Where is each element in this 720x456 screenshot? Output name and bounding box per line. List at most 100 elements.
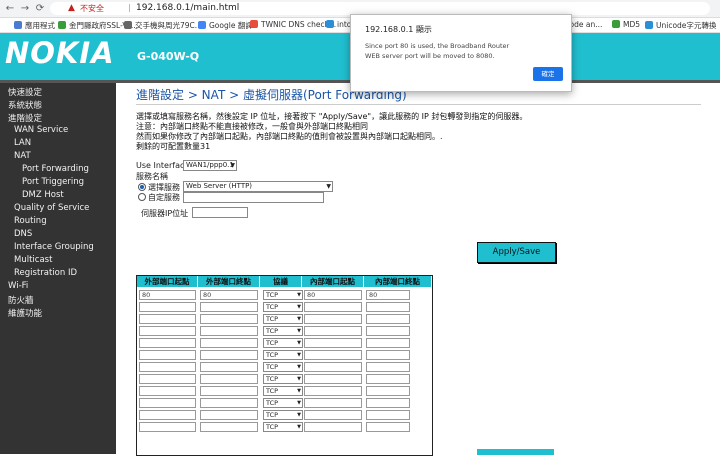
- port-input[interactable]: [139, 374, 196, 384]
- protocol-select[interactable]: TCP ▼: [263, 314, 303, 324]
- sidebar-item[interactable]: Port Forwarding: [22, 164, 89, 174]
- port-input[interactable]: [304, 350, 362, 360]
- port-input[interactable]: [139, 350, 196, 360]
- server-ip-input[interactable]: [192, 207, 248, 218]
- port-input[interactable]: [366, 362, 410, 372]
- protocol-select[interactable]: TCP ▼: [263, 350, 303, 360]
- protocol-select[interactable]: TCP ▼: [263, 290, 303, 300]
- protocol-select[interactable]: TCP ▼: [263, 326, 303, 336]
- sidebar-item[interactable]: Quality of Service: [14, 203, 89, 213]
- sidebar-item[interactable]: Interface Grouping: [14, 242, 94, 252]
- port-input[interactable]: [200, 386, 258, 396]
- bookmark-item[interactable]: Unicode字元轉換: [645, 20, 716, 31]
- back-icon[interactable]: ←: [4, 2, 16, 15]
- port-input[interactable]: [139, 362, 196, 372]
- port-input[interactable]: [139, 326, 196, 336]
- port-input[interactable]: [304, 362, 362, 372]
- warning-icon: ▲: [68, 3, 75, 13]
- port-input[interactable]: [366, 422, 410, 432]
- protocol-select[interactable]: TCP ▼: [263, 362, 303, 372]
- port-input[interactable]: [200, 422, 258, 432]
- sidebar-item[interactable]: DNS: [14, 229, 32, 239]
- port-input[interactable]: [366, 302, 410, 312]
- protocol-select[interactable]: TCP ▼: [263, 422, 303, 432]
- sidebar-item[interactable]: DMZ Host: [22, 190, 64, 200]
- port-input[interactable]: [366, 350, 410, 360]
- sidebar-item[interactable]: NAT: [14, 151, 31, 161]
- select-service-radio[interactable]: [138, 183, 146, 191]
- port-input[interactable]: [304, 338, 362, 348]
- bookmark-item[interactable]: TWNIC DNS check...: [250, 20, 336, 29]
- bookmark-item[interactable]: 交手機與周光79C...: [124, 20, 202, 31]
- sidebar-item[interactable]: 進階設定: [8, 112, 42, 124]
- port-input[interactable]: [200, 302, 258, 312]
- custom-service-input[interactable]: [183, 192, 324, 203]
- port-input[interactable]: [200, 374, 258, 384]
- port-input[interactable]: [366, 314, 410, 324]
- port-input[interactable]: [200, 338, 258, 348]
- port-input[interactable]: 80: [200, 290, 258, 300]
- forward-icon[interactable]: →: [19, 2, 31, 15]
- sidebar-item[interactable]: Port Triggering: [22, 177, 84, 187]
- port-input[interactable]: [139, 302, 196, 312]
- custom-service-radio[interactable]: [138, 193, 146, 201]
- url-text: 192.168.0.1/main.html: [136, 3, 240, 13]
- port-input[interactable]: [139, 398, 196, 408]
- ok-button[interactable]: 確定: [533, 67, 563, 81]
- interface-select[interactable]: WAN1/ppp0.1 ▼: [183, 160, 237, 171]
- model-name: G-040W-Q: [137, 50, 200, 63]
- port-input[interactable]: [200, 350, 258, 360]
- port-input[interactable]: [366, 398, 410, 408]
- port-input[interactable]: [200, 326, 258, 336]
- port-input[interactable]: [139, 338, 196, 348]
- port-input[interactable]: [304, 410, 362, 420]
- protocol-select[interactable]: TCP ▼: [263, 398, 303, 408]
- port-input[interactable]: [200, 362, 258, 372]
- port-input[interactable]: [366, 374, 410, 384]
- sidebar-item[interactable]: Wi-Fi: [8, 281, 28, 291]
- sidebar-item[interactable]: Routing: [14, 216, 47, 226]
- service-select[interactable]: Web Server (HTTP) ▼: [183, 181, 333, 192]
- bookmark-item[interactable]: Google 翻譯: [198, 20, 253, 31]
- port-input[interactable]: [139, 314, 196, 324]
- sidebar-item[interactable]: 快速設定: [8, 86, 42, 98]
- sidebar-item[interactable]: 維護功能: [8, 307, 42, 319]
- port-input[interactable]: 80: [366, 290, 410, 300]
- apply-save-button[interactable]: Apply/Save: [477, 242, 556, 263]
- sidebar-item[interactable]: 系統狀態: [8, 99, 42, 111]
- protocol-select[interactable]: TCP ▼: [263, 374, 303, 384]
- apply-save-button-bottom[interactable]: [477, 449, 554, 455]
- port-input[interactable]: [139, 422, 196, 432]
- port-input[interactable]: [304, 422, 362, 432]
- port-input[interactable]: [304, 326, 362, 336]
- port-input[interactable]: [304, 314, 362, 324]
- port-input[interactable]: [200, 314, 258, 324]
- port-input[interactable]: [366, 410, 410, 420]
- sidebar-item[interactable]: LAN: [14, 138, 31, 148]
- bookmark-item[interactable]: 應用程式: [14, 20, 55, 31]
- port-input[interactable]: 80: [139, 290, 196, 300]
- port-input[interactable]: [304, 374, 362, 384]
- sidebar-item[interactable]: WAN Service: [14, 125, 68, 135]
- protocol-select[interactable]: TCP ▼: [263, 338, 303, 348]
- sidebar-item[interactable]: 防火牆: [8, 294, 34, 306]
- bookmark-icon: [58, 21, 66, 29]
- port-input[interactable]: [139, 386, 196, 396]
- port-input[interactable]: [366, 386, 410, 396]
- port-input[interactable]: [304, 398, 362, 408]
- sidebar-item[interactable]: Multicast: [14, 255, 52, 265]
- port-input[interactable]: [366, 338, 410, 348]
- sidebar-item[interactable]: Registration ID: [14, 268, 77, 278]
- port-input[interactable]: [200, 398, 258, 408]
- port-input[interactable]: [304, 302, 362, 312]
- port-input[interactable]: 80: [304, 290, 362, 300]
- bookmark-item[interactable]: MD5: [612, 20, 640, 29]
- port-input[interactable]: [139, 410, 196, 420]
- port-input[interactable]: [366, 326, 410, 336]
- reload-icon[interactable]: ⟳: [34, 2, 46, 15]
- protocol-select[interactable]: TCP ▼: [263, 410, 303, 420]
- protocol-select[interactable]: TCP ▼: [263, 302, 303, 312]
- port-input[interactable]: [304, 386, 362, 396]
- protocol-select[interactable]: TCP ▼: [263, 386, 303, 396]
- port-input[interactable]: [200, 410, 258, 420]
